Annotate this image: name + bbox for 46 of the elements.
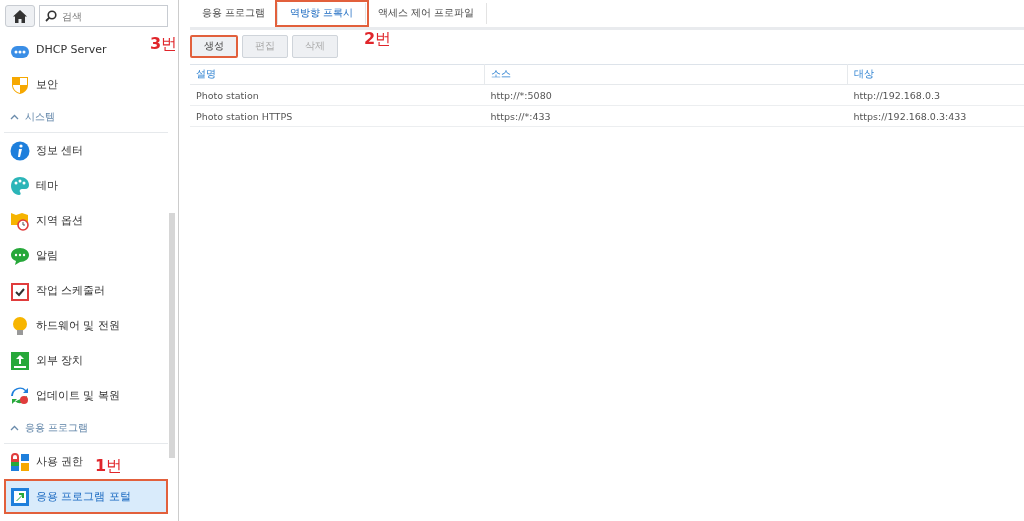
annotation-label: 2번	[364, 29, 392, 50]
tab[interactable]: 응용 프로그램	[190, 3, 279, 24]
table-cell: https://*:433	[484, 105, 848, 127]
upload-icon	[10, 350, 30, 371]
column-header[interactable]: 설명	[190, 64, 485, 85]
sidebar-item[interactable]: 외부 장치	[4, 343, 90, 378]
sync-icon	[10, 385, 30, 406]
calendar-check-icon	[10, 280, 30, 301]
chat-icon	[10, 245, 30, 266]
toolbar-button[interactable]: 생성	[190, 35, 238, 58]
table-cell: https://192.168.0.3:433	[847, 105, 1024, 127]
tab[interactable]: 역방향 프록시	[278, 3, 367, 24]
annotation-label: 3번	[150, 34, 178, 55]
grid-lock-icon	[10, 451, 30, 472]
scrollbar[interactable]	[169, 213, 175, 458]
map-clock-icon	[10, 210, 30, 231]
palette-icon	[10, 175, 30, 196]
search-icon	[45, 10, 57, 22]
sidebar-item[interactable]: 정보 센터	[4, 133, 90, 168]
sidebar-item[interactable]: 알림	[4, 238, 64, 273]
shield-icon	[10, 74, 30, 95]
light-bulb-icon	[10, 315, 30, 336]
table-cell: Photo station	[190, 84, 485, 106]
sidebar-item[interactable]: 작업 스케줄러	[4, 273, 112, 308]
table-cell: http://192.168.0.3	[847, 84, 1024, 106]
home-button[interactable]	[5, 5, 35, 27]
info-icon	[10, 140, 30, 161]
column-header[interactable]: 대상	[847, 64, 1024, 85]
section-header[interactable]: 응용 프로그램	[4, 413, 168, 444]
sidebar-item[interactable]: 테마	[4, 168, 64, 203]
sidebar-item[interactable]: 보안	[4, 67, 64, 102]
sidebar-item[interactable]: 업데이트 및 복원	[4, 378, 126, 413]
sidebar-item[interactable]: 하드웨어 및 전원	[4, 308, 126, 343]
sidebar-item[interactable]: 사용 권한	[4, 444, 90, 479]
column-header[interactable]: 소스	[484, 64, 848, 85]
sidebar-item[interactable]: 응용 프로그램 포털	[4, 479, 168, 514]
portal-icon	[10, 486, 30, 507]
table-cell: Photo station HTTPS	[190, 105, 485, 127]
sidebar-item[interactable]: 지역 옵션	[4, 203, 90, 238]
section-header[interactable]: 시스템	[4, 102, 168, 133]
annotation-label: 1번	[95, 456, 123, 477]
sidebar-item[interactable]: DHCP Server	[4, 32, 113, 67]
table-cell: http://*:5080	[484, 84, 848, 106]
tab[interactable]: 액세스 제어 프로파일	[366, 3, 488, 24]
home-icon	[13, 9, 27, 23]
search-field[interactable]: 검색	[39, 5, 168, 27]
